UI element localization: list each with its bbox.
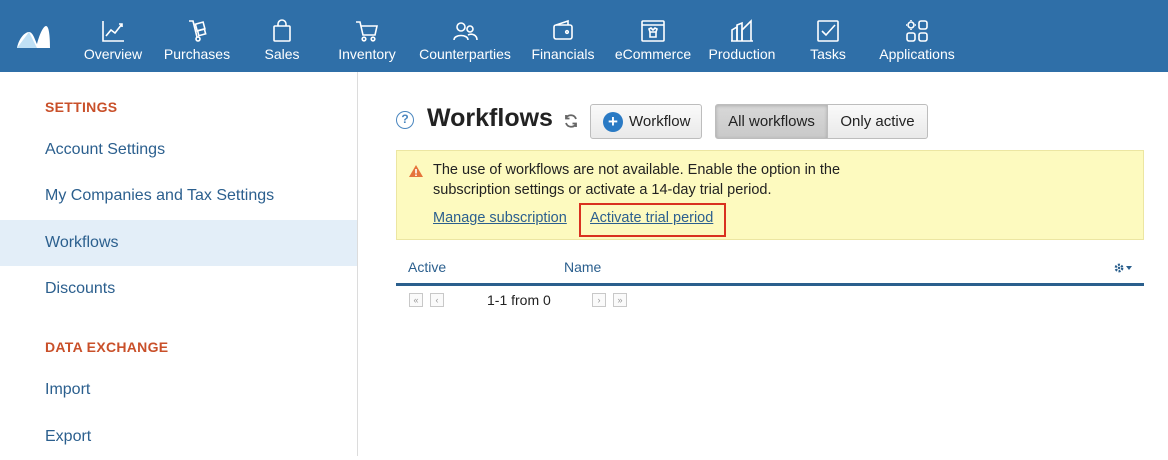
sidebar-item-export[interactable]: Export	[0, 414, 357, 460]
nav-purchases[interactable]: Purchases	[163, 0, 231, 72]
pager-first-button[interactable]: «	[409, 293, 423, 307]
column-header-name[interactable]: Name	[564, 259, 601, 275]
settings-heading: SETTINGS	[45, 99, 118, 115]
nav-tasks-label: Tasks	[810, 46, 846, 62]
sidebar-item-discounts[interactable]: Discounts	[0, 266, 357, 312]
pager-last-button[interactable]: »	[613, 293, 627, 307]
nav-production[interactable]: Production	[706, 0, 778, 72]
nav-overview-label: Overview	[83, 46, 143, 62]
nav-applications-label: Applications	[879, 46, 955, 62]
add-workflow-label: Workflow	[629, 113, 691, 130]
nav-applications[interactable]: Applications	[878, 0, 956, 72]
nav-tasks[interactable]: Tasks	[807, 0, 849, 72]
help-icon[interactable]: ?	[396, 111, 414, 129]
sales-bag-icon	[273, 19, 291, 42]
top-navigation-bar: Overview Purchases Sales Inventory Count…	[0, 0, 1168, 72]
manage-subscription-link[interactable]: Manage subscription	[433, 210, 567, 226]
nav-sales-label: Sales	[264, 46, 300, 62]
production-factory-icon	[731, 19, 753, 42]
nav-financials-label: Financials	[531, 46, 595, 62]
add-workflow-button[interactable]: + Workflow	[590, 104, 702, 139]
workflows-table-header: Active Name	[396, 252, 1144, 286]
sidebar-item-import[interactable]: Import	[0, 367, 357, 413]
alert-message-line2: subscription settings or activate a 14-d…	[433, 182, 772, 198]
nav-financials[interactable]: Financials	[530, 0, 596, 72]
pager-next-button[interactable]: ›	[592, 293, 606, 307]
applications-grid-icon	[906, 20, 928, 42]
nav-ecommerce-label: eCommerce	[614, 46, 692, 62]
financials-wallet-icon	[553, 19, 573, 40]
pager-range-text: 1-1 from 0	[487, 292, 551, 308]
plus-icon: +	[603, 111, 623, 132]
page-title: Workflows	[427, 104, 553, 132]
warning-icon	[409, 165, 423, 177]
main-content: ? Workflows + Workflow All workflows Onl…	[358, 72, 1168, 456]
sidebar-item-companies-tax[interactable]: My Companies and Tax Settings	[0, 173, 357, 219]
filter-all-workflows[interactable]: All workflows	[715, 104, 828, 139]
tasks-checkbox-icon	[817, 20, 839, 42]
sidebar-item-account-settings[interactable]: Account Settings	[0, 127, 357, 173]
settings-sidebar: SETTINGS Account Settings My Companies a…	[0, 72, 358, 456]
pager-prev-button[interactable]: ‹	[430, 293, 444, 307]
nav-inventory-label: Inventory	[338, 46, 396, 62]
purchases-dolly-icon	[189, 20, 207, 42]
ecommerce-store-icon	[641, 20, 665, 42]
nav-ecommerce[interactable]: eCommerce	[613, 0, 693, 72]
nav-counterparties[interactable]: Counterparties	[418, 0, 512, 72]
alert-message: The use of workflows are not available. …	[433, 160, 933, 200]
inventory-cart-icon	[356, 21, 378, 42]
app-logo-icon[interactable]	[15, 22, 51, 50]
data-exchange-heading: DATA EXCHANGE	[45, 339, 169, 355]
subscription-warning-alert: The use of workflows are not available. …	[396, 150, 1144, 240]
nav-sales[interactable]: Sales	[262, 0, 302, 72]
filter-only-active[interactable]: Only active	[827, 104, 928, 139]
sidebar-item-workflows[interactable]: Workflows	[0, 220, 357, 266]
column-header-active[interactable]: Active	[408, 259, 446, 275]
overview-chart-icon	[102, 21, 124, 42]
nav-inventory[interactable]: Inventory	[337, 0, 397, 72]
activate-trial-link[interactable]: Activate trial period	[590, 210, 713, 226]
alert-message-line1: The use of workflows are not available. …	[433, 162, 841, 178]
gear-icon[interactable]	[1112, 261, 1134, 275]
counterparties-people-icon	[453, 22, 478, 41]
nav-counterparties-label: Counterparties	[419, 46, 511, 62]
refresh-icon[interactable]	[563, 113, 579, 129]
nav-overview[interactable]: Overview	[83, 0, 143, 72]
nav-production-label: Production	[708, 46, 776, 62]
nav-purchases-label: Purchases	[163, 46, 231, 62]
